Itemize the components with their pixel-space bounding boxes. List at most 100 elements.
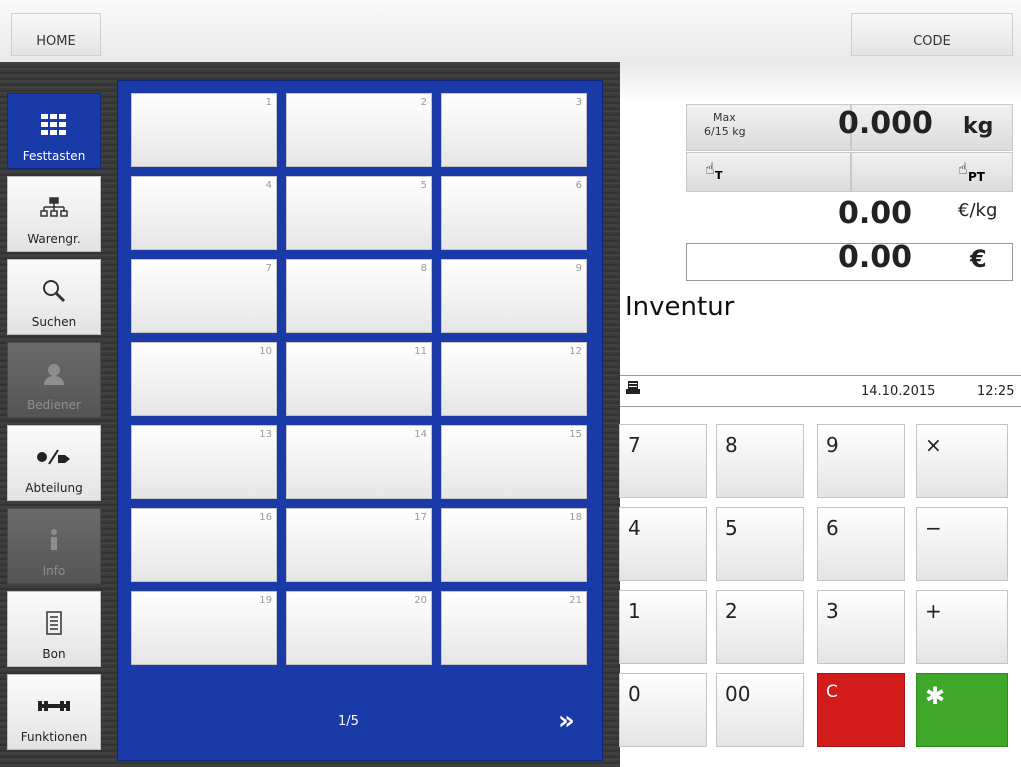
page-indicator: 1/5 [338, 714, 359, 729]
key-number: 4 [265, 180, 272, 191]
preset-key[interactable]: 17 [286, 508, 432, 582]
multiply-button[interactable]: × [916, 424, 1008, 498]
preset-key[interactable]: 14 [286, 425, 432, 499]
key-number: 9 [575, 263, 582, 274]
sidebar-item-label: Warengr. [27, 232, 81, 246]
total-value: 0.00 [838, 240, 913, 275]
top-bar: HOME CODE [0, 0, 1021, 62]
key-number: 2 [420, 97, 427, 108]
preset-key[interactable]: 12 [441, 342, 587, 416]
sidebar-item-abteilung[interactable]: Abteilung [7, 425, 101, 501]
sidebar-item-label: Funktionen [20, 730, 88, 744]
key-number: 11 [414, 346, 427, 357]
numpad-key-8[interactable]: 8 [716, 424, 804, 498]
department-icon [36, 439, 72, 475]
numpad-key-1[interactable]: 1 [619, 590, 707, 664]
sidebar-item-warengr[interactable]: Warengr. [7, 176, 101, 252]
numpad-key-00[interactable]: 00 [716, 673, 804, 747]
sidebar-item-festtasten[interactable]: Festtasten [7, 93, 101, 169]
double-chevron-right-icon[interactable]: » [558, 706, 575, 736]
preset-key[interactable]: 2 [286, 93, 432, 167]
hand-pointer-icon: ☝ [958, 159, 968, 178]
sidebar-item-bon[interactable]: Bon [7, 591, 101, 667]
sidebar-item-label: Suchen [31, 315, 77, 329]
key-number: 18 [569, 512, 582, 523]
sidebar-item-info: Info [7, 508, 101, 584]
key-number: 16 [259, 512, 272, 523]
numpad-key-0[interactable]: 0 [619, 673, 707, 747]
enter-button[interactable]: ✱ [916, 673, 1008, 747]
pager: 1/5 » [118, 704, 604, 744]
preset-key[interactable]: 9 [441, 259, 587, 333]
preset-key[interactable]: 6 [441, 176, 587, 250]
sidebar-item-label: Bediener [27, 398, 81, 412]
status-time: 12:25 [977, 384, 1015, 399]
key-number: 6 [575, 180, 582, 191]
range-label: 6/15 kg [704, 125, 746, 138]
key-number: 12 [569, 346, 582, 357]
max-capacity-box: Max 6/15 kg [686, 104, 851, 151]
preset-key[interactable]: 15 [441, 425, 587, 499]
preset-key[interactable]: 16 [131, 508, 277, 582]
sidebar-item-funktionen[interactable]: Funktionen [7, 674, 101, 750]
preset-key[interactable]: 21 [441, 591, 587, 665]
clear-button[interactable]: C [817, 673, 905, 747]
preset-key[interactable]: 10 [131, 342, 277, 416]
preset-key[interactable]: 11 [286, 342, 432, 416]
preset-tare-button[interactable]: ☝ PT [851, 152, 1013, 192]
hierarchy-icon [40, 190, 68, 226]
sidebar-item-suchen[interactable]: Suchen [7, 259, 101, 335]
numpad-key-7[interactable]: 7 [619, 424, 707, 498]
numpad-key-5[interactable]: 5 [716, 507, 804, 581]
preset-key[interactable]: 18 [441, 508, 587, 582]
key-number: 14 [414, 429, 427, 440]
unit-price-value: 0.00 [838, 196, 913, 231]
key-number: 20 [414, 595, 427, 606]
sidebar-item-label: Info [42, 564, 66, 578]
key-number: 15 [569, 429, 582, 440]
status-bar: 14.10.2015 12:25 [620, 375, 1021, 407]
preset-keys-panel: 1 2 3 4 5 6 7 8 9 10 11 12 13 14 15 16 1… [117, 80, 603, 761]
preset-key[interactable]: 8 [286, 259, 432, 333]
numpad-key-4[interactable]: 4 [619, 507, 707, 581]
search-icon [41, 273, 67, 309]
key-number: 10 [259, 346, 272, 357]
sidebar-item-label: Abteilung [25, 481, 83, 495]
tare-button[interactable]: ☝ T [686, 152, 851, 192]
key-number: 19 [259, 595, 272, 606]
key-number: 7 [265, 263, 272, 274]
preset-key[interactable]: 4 [131, 176, 277, 250]
preset-key[interactable]: 3 [441, 93, 587, 167]
preset-key[interactable]: 20 [286, 591, 432, 665]
preset-key[interactable]: 1 [131, 93, 277, 167]
grid-icon [41, 107, 67, 143]
numpad-key-2[interactable]: 2 [716, 590, 804, 664]
preset-tare-label: PT [968, 170, 985, 184]
key-number: 3 [575, 97, 582, 108]
key-number: 13 [259, 429, 272, 440]
home-button[interactable]: HOME [11, 13, 101, 56]
code-button[interactable]: CODE [851, 13, 1013, 56]
numpad-key-9[interactable]: 9 [817, 424, 905, 498]
unit-price-unit: €/kg [958, 200, 998, 221]
printer-icon [626, 381, 640, 401]
hand-pointer-icon: ☝ [705, 159, 715, 178]
sidebar-item-label: Festtasten [22, 149, 86, 163]
plus-button[interactable]: + [916, 590, 1008, 664]
preset-key[interactable]: 13 [131, 425, 277, 499]
info-icon [48, 522, 60, 558]
mode-title: Inventur [625, 292, 735, 322]
preset-key[interactable]: 19 [131, 591, 277, 665]
key-number: 1 [265, 97, 272, 108]
sidebar-item-label: Bon [42, 647, 66, 661]
minus-button[interactable]: − [916, 507, 1008, 581]
preset-key[interactable]: 5 [286, 176, 432, 250]
max-label: Max [713, 111, 736, 124]
status-date: 14.10.2015 [861, 384, 936, 399]
tare-label: T [715, 169, 723, 182]
weight-value: 0.000 [838, 106, 933, 141]
numpad-key-6[interactable]: 6 [817, 507, 905, 581]
total-unit: € [970, 245, 987, 273]
preset-key[interactable]: 7 [131, 259, 277, 333]
numpad-key-3[interactable]: 3 [817, 590, 905, 664]
